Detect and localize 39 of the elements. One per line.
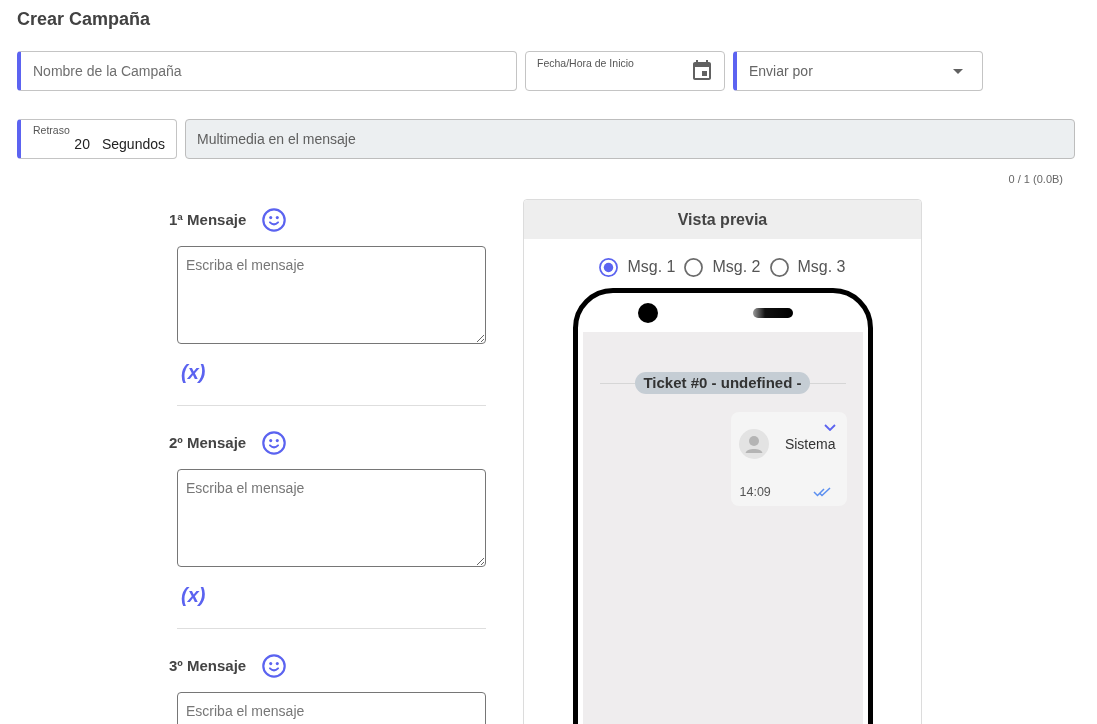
variables-button[interactable]: (x) <box>181 360 206 384</box>
field-label: Retraso <box>33 124 71 136</box>
calendar-icon[interactable] <box>693 60 711 80</box>
message-heading: 3º Mensaje <box>169 655 247 676</box>
radio-icon[interactable] <box>684 257 704 277</box>
message-heading: 2º Mensaje <box>169 432 247 453</box>
field-label: Fecha/Hora de Inicio <box>537 57 634 69</box>
camera-dot-icon <box>637 302 658 323</box>
caret-down-icon <box>953 68 963 74</box>
delay-value: 20 <box>74 136 90 153</box>
message-time: 14:09 <box>739 484 771 501</box>
variables-button[interactable]: (x) <box>181 583 206 607</box>
chevron-down-icon[interactable] <box>823 424 836 432</box>
radio-option[interactable]: Msg. 3 <box>769 255 846 280</box>
message-textarea[interactable]: Escriba el mensaje <box>177 692 486 724</box>
media-file-field[interactable]: Multimedia en el mensaje <box>185 119 1075 159</box>
radio-option[interactable]: Msg. 1 <box>599 255 676 280</box>
speaker-icon <box>752 307 793 318</box>
message-textarea[interactable]: Escriba el mensaje <box>177 469 486 567</box>
start-date-field[interactable]: Fecha/Hora de Inicio <box>525 51 725 91</box>
sender-name: Sistema <box>784 435 836 454</box>
avatar-icon <box>738 429 769 460</box>
page-title: Crear Campaña <box>17 8 151 31</box>
smiley-icon[interactable] <box>262 654 287 678</box>
preview-title: Vista previa <box>524 200 921 240</box>
message-heading: 1ª Mensaje <box>169 209 247 230</box>
smiley-icon[interactable] <box>262 208 287 232</box>
file-count-label: 0 / 1 (0.0B) <box>1008 173 1063 185</box>
radio-icon[interactable] <box>769 257 789 277</box>
ticket-label: Ticket #0 - undefined - <box>635 372 810 395</box>
send-via-select[interactable]: Enviar por <box>733 51 983 91</box>
message-textarea[interactable]: Escriba el mensaje <box>177 246 486 344</box>
campaign-name-field[interactable]: Nombre de la Campaña <box>17 51 517 91</box>
delay-field[interactable]: Retraso 20 Segundos <box>17 119 177 159</box>
radio-icon[interactable] <box>599 257 619 277</box>
unit-label: Segundos <box>101 136 165 153</box>
double-check-icon <box>812 487 832 498</box>
smiley-icon[interactable] <box>262 431 287 455</box>
radio-option[interactable]: Msg. 2 <box>684 255 761 280</box>
